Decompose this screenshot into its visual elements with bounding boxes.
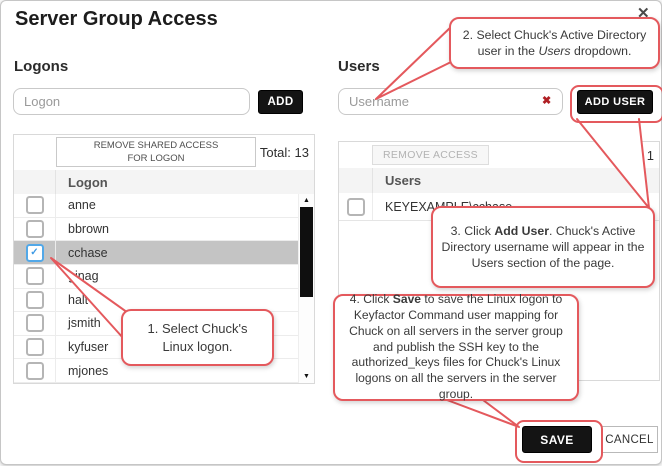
- users-total: Total: 1: [612, 148, 654, 163]
- row-checkbox-cell: [339, 193, 373, 220]
- row-checkbox[interactable]: [26, 220, 44, 238]
- dialog-title: Server Group Access: [15, 8, 218, 31]
- add-logon-button[interactable]: ADD: [258, 90, 303, 114]
- row-label: ginag: [56, 269, 99, 283]
- scroll-down-icon[interactable]: ▼: [299, 370, 314, 383]
- username-input[interactable]: [338, 88, 563, 115]
- table-row[interactable]: ginag: [14, 265, 314, 289]
- row-label: halt: [56, 293, 88, 307]
- row-checkbox[interactable]: [26, 338, 44, 356]
- callout-step-4: 4. Click Save to save the Linux logon to…: [333, 294, 579, 401]
- row-checkbox[interactable]: [26, 267, 44, 285]
- server-group-access-dialog: Server Group Access ✕ Logons ADD Users ✖…: [0, 0, 662, 465]
- table-row[interactable]: ✓ cchase: [14, 241, 314, 265]
- row-checkbox-cell: [14, 194, 56, 217]
- row-checkbox-cell: ✓: [14, 241, 56, 264]
- add-user-button[interactable]: ADD USER: [577, 90, 653, 114]
- table-row[interactable]: anne: [14, 194, 314, 218]
- row-checkbox-cell: [14, 218, 56, 241]
- users-header-checkbox-cell: [339, 168, 373, 193]
- scrollbar-thumb[interactable]: [300, 207, 313, 297]
- logons-section-label: Logons: [14, 58, 68, 75]
- cancel-button[interactable]: CANCEL: [601, 426, 658, 453]
- logons-total: Total: 13: [260, 145, 309, 160]
- row-checkbox-cell: [14, 359, 56, 382]
- logons-table-toolbar: REMOVE SHARED ACCESS FOR LOGON Total: 13: [14, 135, 314, 171]
- row-checkbox-cell: [14, 265, 56, 288]
- users-table-header: Users: [339, 168, 659, 194]
- logons-scrollbar[interactable]: ▲ ▼: [298, 194, 314, 383]
- users-table-toolbar: REMOVE ACCESS Total: 1: [339, 142, 659, 169]
- save-button[interactable]: SAVE: [522, 426, 592, 453]
- remove-access-button[interactable]: REMOVE ACCESS: [372, 145, 489, 165]
- logon-input[interactable]: [13, 88, 250, 115]
- row-checkbox[interactable]: [26, 314, 44, 332]
- row-checkbox[interactable]: [26, 196, 44, 214]
- callout-step-1: 1. Select Chuck's Linux logon.: [121, 309, 274, 366]
- callout-step-3: 3. Click Add User. Chuck's Active Direct…: [431, 206, 655, 288]
- row-label: cchase: [56, 246, 108, 260]
- remove-shared-access-button[interactable]: REMOVE SHARED ACCESS FOR LOGON: [56, 137, 256, 167]
- logons-header-checkbox-cell: [14, 170, 56, 194]
- users-section-label: Users: [338, 58, 380, 75]
- row-checkbox[interactable]: [26, 362, 44, 380]
- row-label: kyfuser: [56, 340, 108, 354]
- table-row[interactable]: bbrown: [14, 218, 314, 242]
- row-label: mjones: [56, 364, 108, 378]
- clear-username-icon[interactable]: ✖: [542, 94, 551, 107]
- callout-step-2: 2. Select Chuck's Active Directory user …: [449, 17, 660, 69]
- users-column-header: Users: [373, 168, 421, 193]
- scroll-up-icon[interactable]: ▲: [299, 194, 314, 207]
- row-checkbox-cell: [14, 289, 56, 312]
- row-label: jsmith: [56, 316, 101, 330]
- row-checkbox[interactable]: ✓: [26, 244, 44, 262]
- logons-table-header: Logon: [14, 170, 314, 195]
- row-checkbox[interactable]: [26, 291, 44, 309]
- logons-column-header: Logon: [56, 170, 108, 194]
- row-checkbox-cell: [14, 312, 56, 335]
- row-label: anne: [56, 198, 96, 212]
- row-checkbox[interactable]: [347, 198, 365, 216]
- row-checkbox-cell: [14, 336, 56, 359]
- row-label: bbrown: [56, 222, 109, 236]
